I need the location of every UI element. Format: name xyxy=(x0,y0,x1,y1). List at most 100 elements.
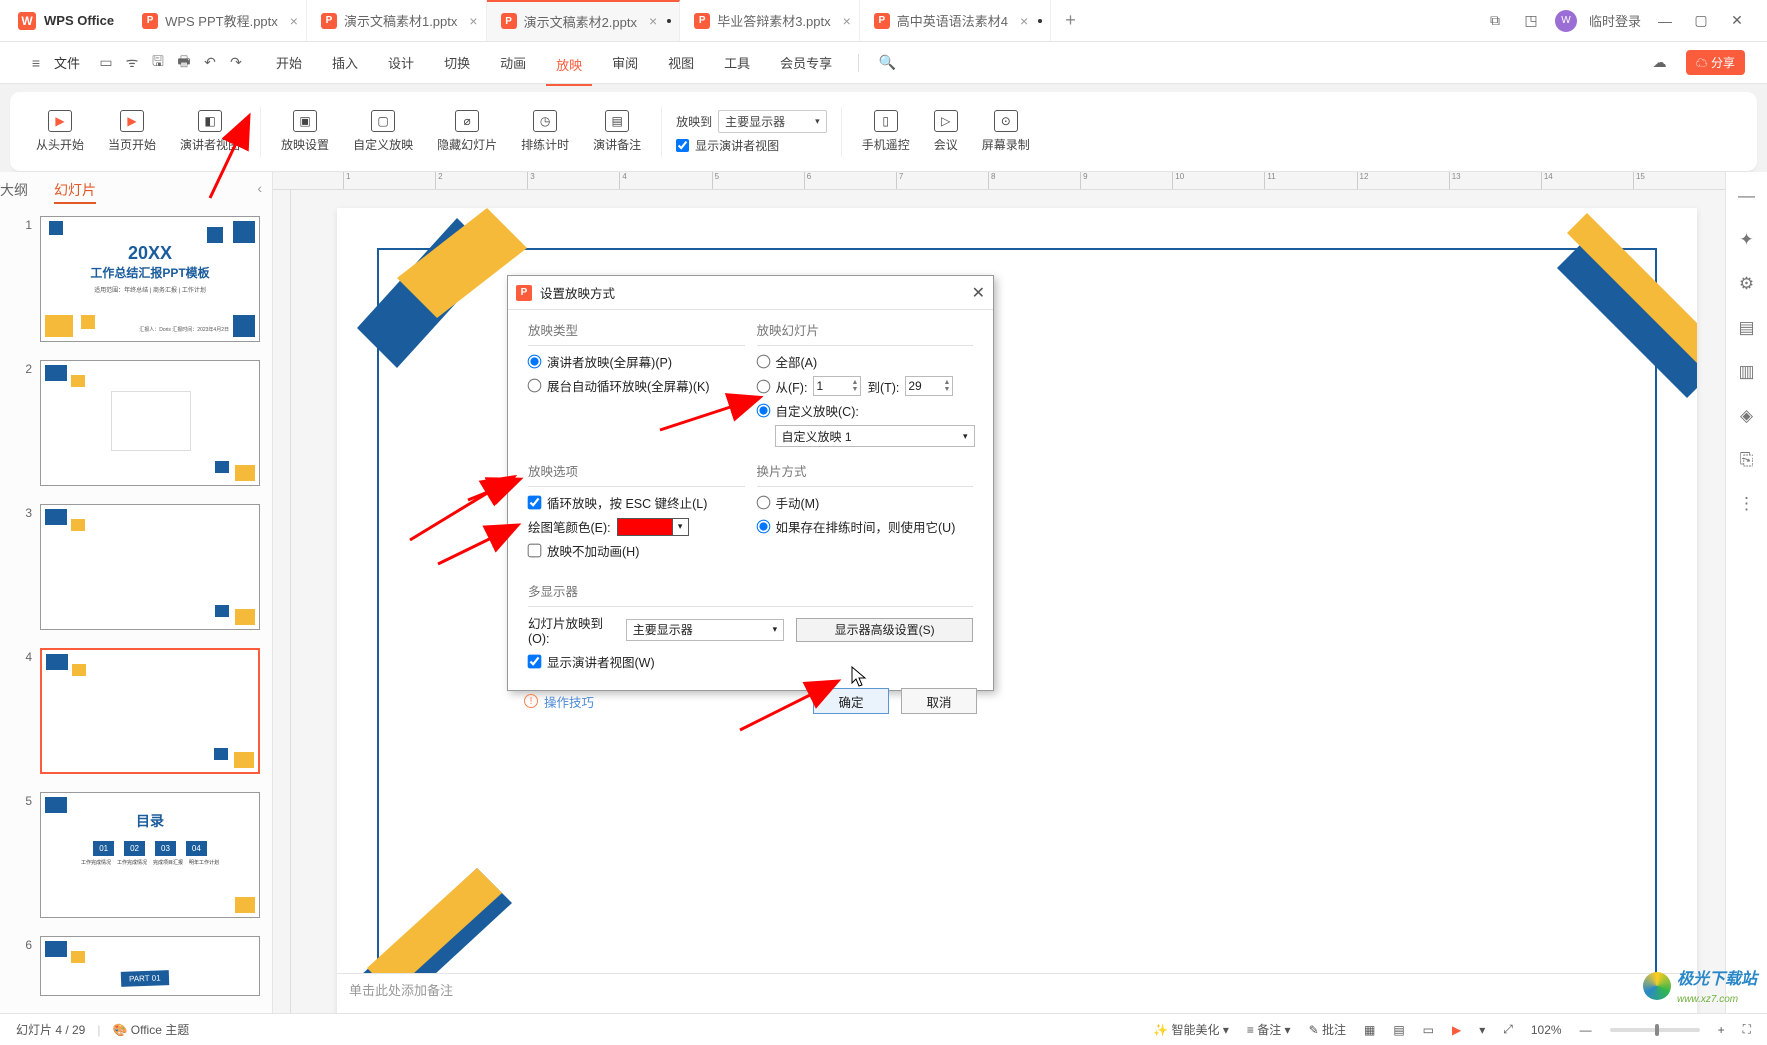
more-icon[interactable]: ⋮ xyxy=(1738,494,1755,514)
redo-icon[interactable]: ↷ xyxy=(227,54,245,72)
maximize-icon[interactable]: ▢ xyxy=(1692,12,1710,30)
rehearse-button[interactable]: ◷ 排练计时 xyxy=(511,106,579,157)
thumbnail-slide-2[interactable] xyxy=(40,360,260,486)
dialog-titlebar[interactable]: P 设置放映方式 ✕ xyxy=(508,276,993,310)
print-icon[interactable]: 🖶 xyxy=(175,54,193,72)
hide-slide-button[interactable]: ⌀ 隐藏幻灯片 xyxy=(427,106,507,157)
clip-icon[interactable]: ⎘ xyxy=(1740,450,1754,470)
ok-button[interactable]: 确定 xyxy=(813,688,889,714)
save-icon[interactable]: 🖫 xyxy=(149,54,167,72)
close-icon[interactable]: × xyxy=(1020,13,1028,29)
doc-tab-1[interactable]: P 演示文稿素材1.pptx × xyxy=(307,0,487,41)
from-spinner[interactable]: 1▲▼ xyxy=(813,376,861,396)
menu-start[interactable]: 开始 xyxy=(266,47,312,78)
close-icon[interactable]: × xyxy=(843,13,851,29)
custom-show-button[interactable]: ▢ 自定义放映 xyxy=(343,106,423,157)
minimize-icon[interactable]: — xyxy=(1656,12,1674,30)
radio-kiosk[interactable]: 展台自动循环放映(全屏幕)(K) xyxy=(528,376,745,395)
menu-insert[interactable]: 插入 xyxy=(322,47,368,78)
share-button[interactable]: ☁ 分享 xyxy=(1686,50,1745,75)
undo-icon[interactable]: ↶ xyxy=(201,54,219,72)
radio-from-to[interactable]: 从(F): 1▲▼ 到(T): 29▲▼ xyxy=(757,376,974,396)
cloud-icon[interactable]: ☁ xyxy=(1651,54,1669,72)
fullscreen-icon[interactable]: ⛶ xyxy=(1743,1022,1751,1037)
doc-tab-2[interactable]: P 演示文稿素材2.pptx × xyxy=(487,0,681,41)
close-icon[interactable]: × xyxy=(469,13,477,29)
open-icon[interactable]: ᯤ xyxy=(123,54,141,72)
from-beginning-button[interactable]: ▶ 从头开始 xyxy=(26,106,94,157)
zoom-out-icon[interactable]: — xyxy=(1580,1023,1592,1037)
menu-anim[interactable]: 动画 xyxy=(490,47,536,78)
monitor-advanced-button[interactable]: 显示器高级设置(S) xyxy=(796,618,973,642)
doc-tab-0[interactable]: P WPS PPT教程.pptx × xyxy=(128,0,307,41)
speaker-notes-button[interactable]: ▤ 演讲备注 xyxy=(583,106,651,157)
thumbnail-slide-4[interactable] xyxy=(40,648,260,774)
doc-tab-4[interactable]: P 高中英语语法素材4 × xyxy=(860,0,1051,41)
operation-tips-link[interactable]: ! 操作技巧 xyxy=(524,692,594,711)
avatar[interactable]: W xyxy=(1555,10,1577,32)
slideshow-icon[interactable]: ▶ xyxy=(1452,1023,1461,1037)
diamond-icon[interactable]: ◈ xyxy=(1740,406,1753,426)
thumbnail-slide-1[interactable]: 20XX 工作总结汇报PPT模板 适用范围：年终总结 | 商务汇报 | 工作计划… xyxy=(40,216,260,342)
cube-icon[interactable]: ◳ xyxy=(1522,12,1540,30)
fit-icon[interactable]: ⤢ xyxy=(1503,1022,1513,1037)
radio-presenter[interactable]: 演讲者放映(全屏幕)(P) xyxy=(528,352,745,371)
slideshow-dd-icon[interactable]: ▾ xyxy=(1479,1023,1485,1037)
show-presenter-checkbox[interactable] xyxy=(676,139,689,152)
presenter-view-button[interactable]: ◧ 演讲者视图 xyxy=(170,106,250,157)
thumbnail-slide-5[interactable]: 目录 01 02 03 04 工作完成情况 工作完成情况 完成项目汇报 明年工作… xyxy=(40,792,260,918)
view-normal-icon[interactable]: ▦ xyxy=(1364,1023,1375,1037)
menu-trans[interactable]: 切换 xyxy=(434,47,480,78)
show-settings-button[interactable]: ▣ 放映设置 xyxy=(271,106,339,157)
radio-timing[interactable]: 如果存在排练时间，则使用它(U) xyxy=(757,517,974,536)
radio-all[interactable]: 全部(A) xyxy=(757,352,974,371)
menu-tools[interactable]: 工具 xyxy=(714,47,760,78)
zoom-value[interactable]: 102% xyxy=(1531,1023,1562,1037)
radio-manual[interactable]: 手动(M) xyxy=(757,493,974,512)
view-sorter-icon[interactable]: ▤ xyxy=(1393,1023,1404,1037)
new-tab-button[interactable]: + xyxy=(1051,10,1090,31)
menu-show[interactable]: 放映 xyxy=(546,49,592,86)
close-icon[interactable]: × xyxy=(649,13,657,29)
dialog-close-button[interactable]: ✕ xyxy=(972,283,985,303)
zoom-slider[interactable] xyxy=(1610,1028,1700,1032)
collapse-icon[interactable]: ‹ xyxy=(257,180,262,204)
check-no-anim[interactable]: 放映不加动画(H) xyxy=(528,541,745,560)
radio-custom[interactable]: 自定义放映(C): xyxy=(757,401,974,420)
check-presenter-view[interactable]: 显示演讲者视图(W) xyxy=(528,652,973,671)
to-spinner[interactable]: 29▲▼ xyxy=(905,376,953,396)
beautify-button[interactable]: ✨ 智能美化 ▾ xyxy=(1153,1021,1229,1038)
zoom-in-icon[interactable]: + xyxy=(1718,1023,1725,1037)
view-reading-icon[interactable]: ▭ xyxy=(1423,1023,1434,1037)
window-close-icon[interactable]: ✕ xyxy=(1728,12,1746,30)
minus-icon[interactable]: — xyxy=(1738,186,1755,206)
doc-tab-3[interactable]: P 毕业答辩素材3.pptx × xyxy=(680,0,860,41)
cancel-button[interactable]: 取消 xyxy=(901,688,977,714)
gear-icon[interactable]: ⚙ xyxy=(1739,274,1754,294)
speaker-notes-input[interactable]: 单击此处添加备注 xyxy=(337,973,1697,1013)
layout-icon[interactable]: ▤ xyxy=(1738,318,1754,338)
monitor-dropdown[interactable]: 主要显示器 ▾ xyxy=(718,110,827,133)
menu-design[interactable]: 设计 xyxy=(378,47,424,78)
screen-record-button[interactable]: ⊙ 屏幕录制 xyxy=(972,106,1040,157)
thumbnail-list[interactable]: 1 20XX 工作总结汇报PPT模板 适用范围：年终总结 | 商务汇报 | 工作… xyxy=(0,210,272,1013)
from-current-button[interactable]: ▶ 当页开始 xyxy=(98,106,166,157)
multi-monitor-combo[interactable]: 主要显示器 ▾ xyxy=(626,619,784,641)
pen-color-dropdown[interactable]: ▾ xyxy=(673,518,689,536)
template-icon[interactable]: ▥ xyxy=(1738,362,1754,382)
pen-color-swatch[interactable] xyxy=(617,518,673,536)
tab-outline[interactable]: 大纲 xyxy=(0,180,28,204)
thumbnail-slide-6[interactable]: PART 01 xyxy=(40,936,260,996)
close-icon[interactable]: × xyxy=(290,13,298,29)
notes-toggle[interactable]: ≡ 备注 ▾ xyxy=(1247,1021,1291,1038)
custom-show-combo[interactable]: 自定义放映 1 ▾ xyxy=(775,425,975,447)
meeting-button[interactable]: ▷ 会议 xyxy=(924,106,968,157)
file-menu[interactable]: ≡ 文件 xyxy=(12,42,92,83)
sparkle-icon[interactable]: ✦ xyxy=(1739,230,1753,250)
new-slide-icon[interactable]: ▭ xyxy=(97,54,115,72)
thumbnail-slide-3[interactable] xyxy=(40,504,260,630)
search-icon[interactable]: 🔍 xyxy=(878,54,896,72)
login-text[interactable]: 临时登录 xyxy=(1589,11,1641,30)
menu-view[interactable]: 视图 xyxy=(658,47,704,78)
check-loop[interactable]: 循环放映，按 ESC 键终止(L) xyxy=(528,493,745,512)
